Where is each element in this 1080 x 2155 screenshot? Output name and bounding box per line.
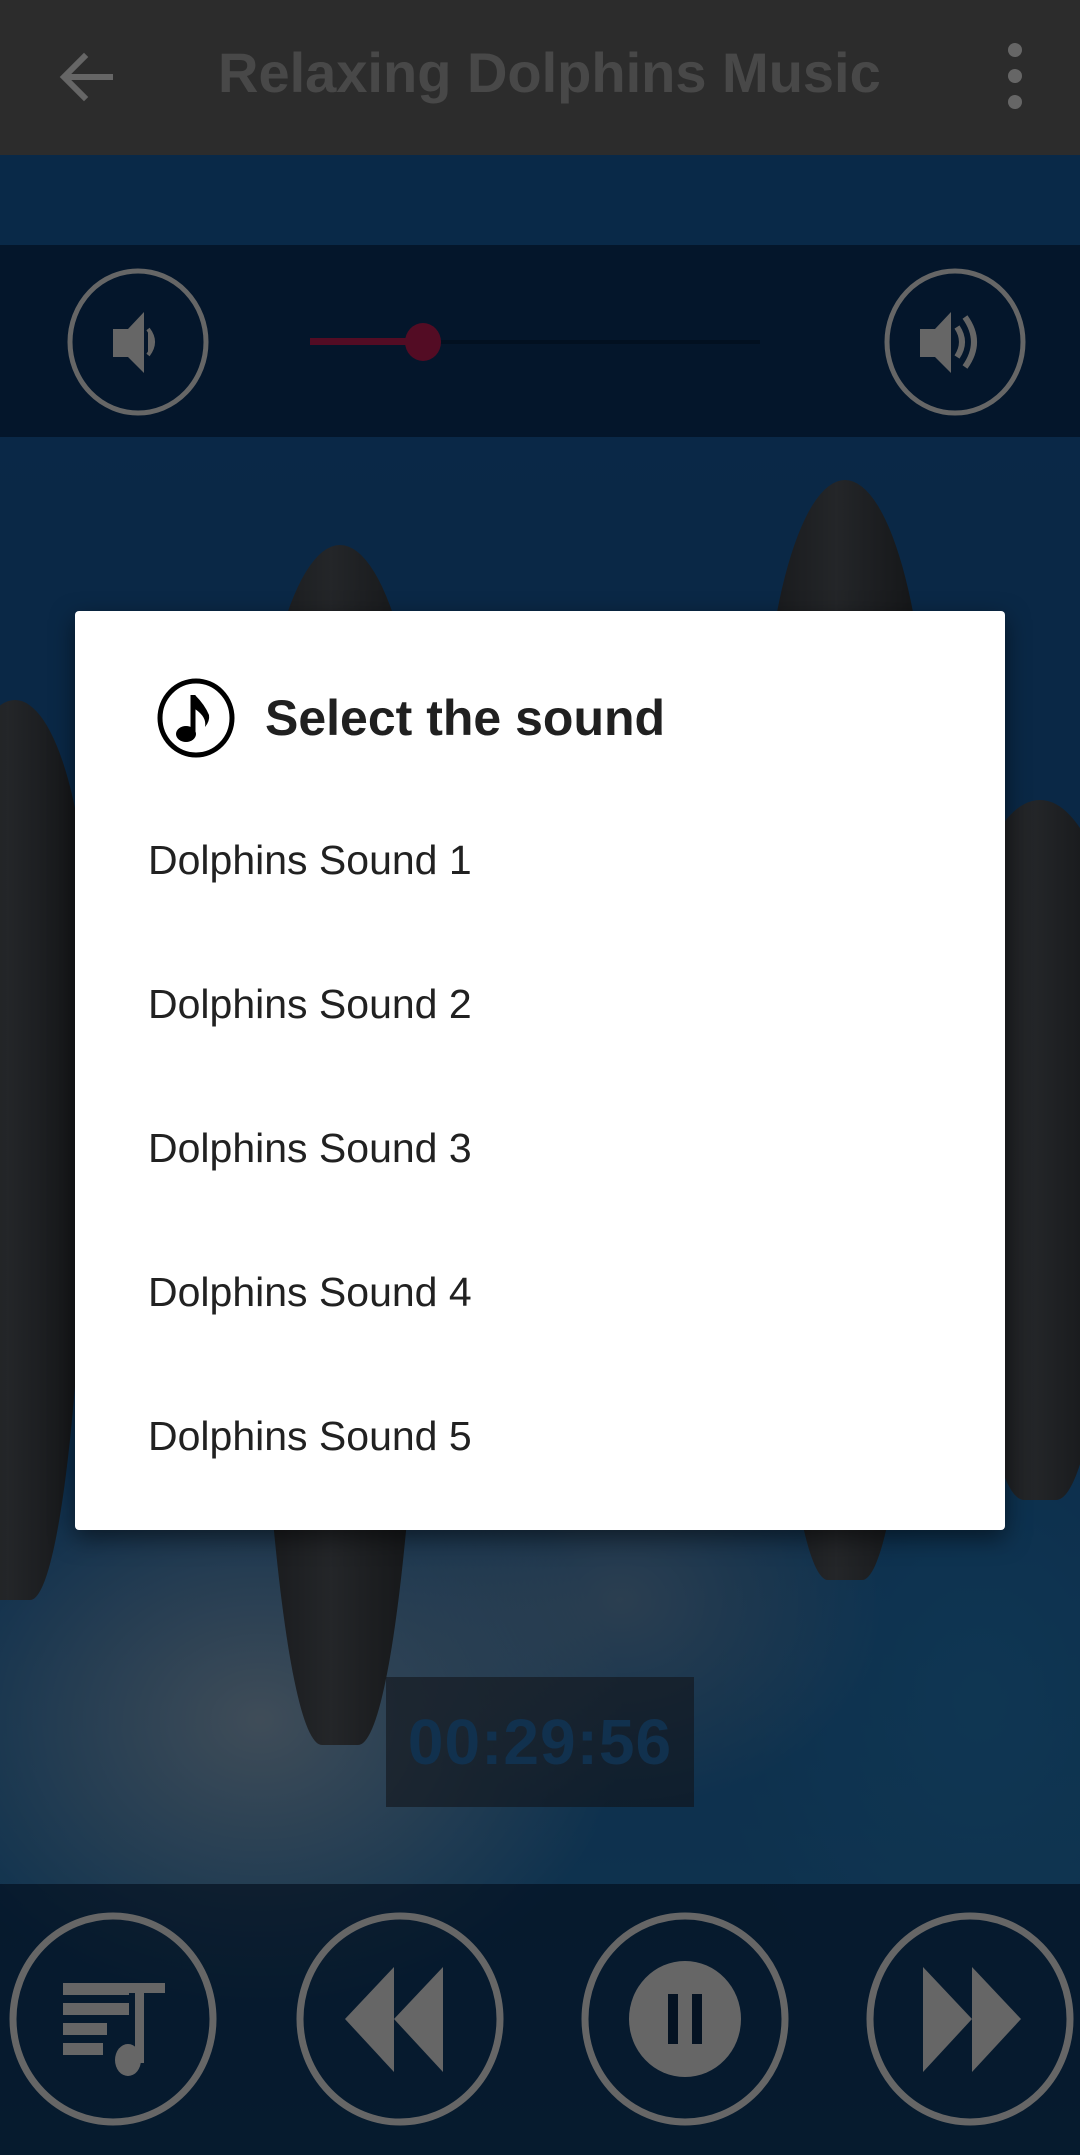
music-note-icon [157,678,235,758]
sound-option-3[interactable]: Dolphins Sound 3 [75,1076,1005,1220]
sound-option-5[interactable]: Dolphins Sound 5 [75,1364,1005,1508]
sound-option-2[interactable]: Dolphins Sound 2 [75,932,1005,1076]
sound-option-label: Dolphins Sound 2 [148,980,472,1027]
select-sound-dialog: Select the sound Dolphins Sound 1 Dolphi… [75,611,1005,1530]
sound-option-label: Dolphins Sound 3 [148,1124,472,1171]
dialog-header: Select the sound [155,673,665,763]
sound-option-label: Dolphins Sound 5 [148,1412,472,1459]
sound-option-label: Dolphins Sound 1 [148,836,472,883]
sound-option-4[interactable]: Dolphins Sound 4 [75,1220,1005,1364]
sound-option-1[interactable]: Dolphins Sound 1 [75,788,1005,932]
dialog-title: Select the sound [265,690,666,746]
sound-option-label: Dolphins Sound 4 [148,1268,472,1315]
